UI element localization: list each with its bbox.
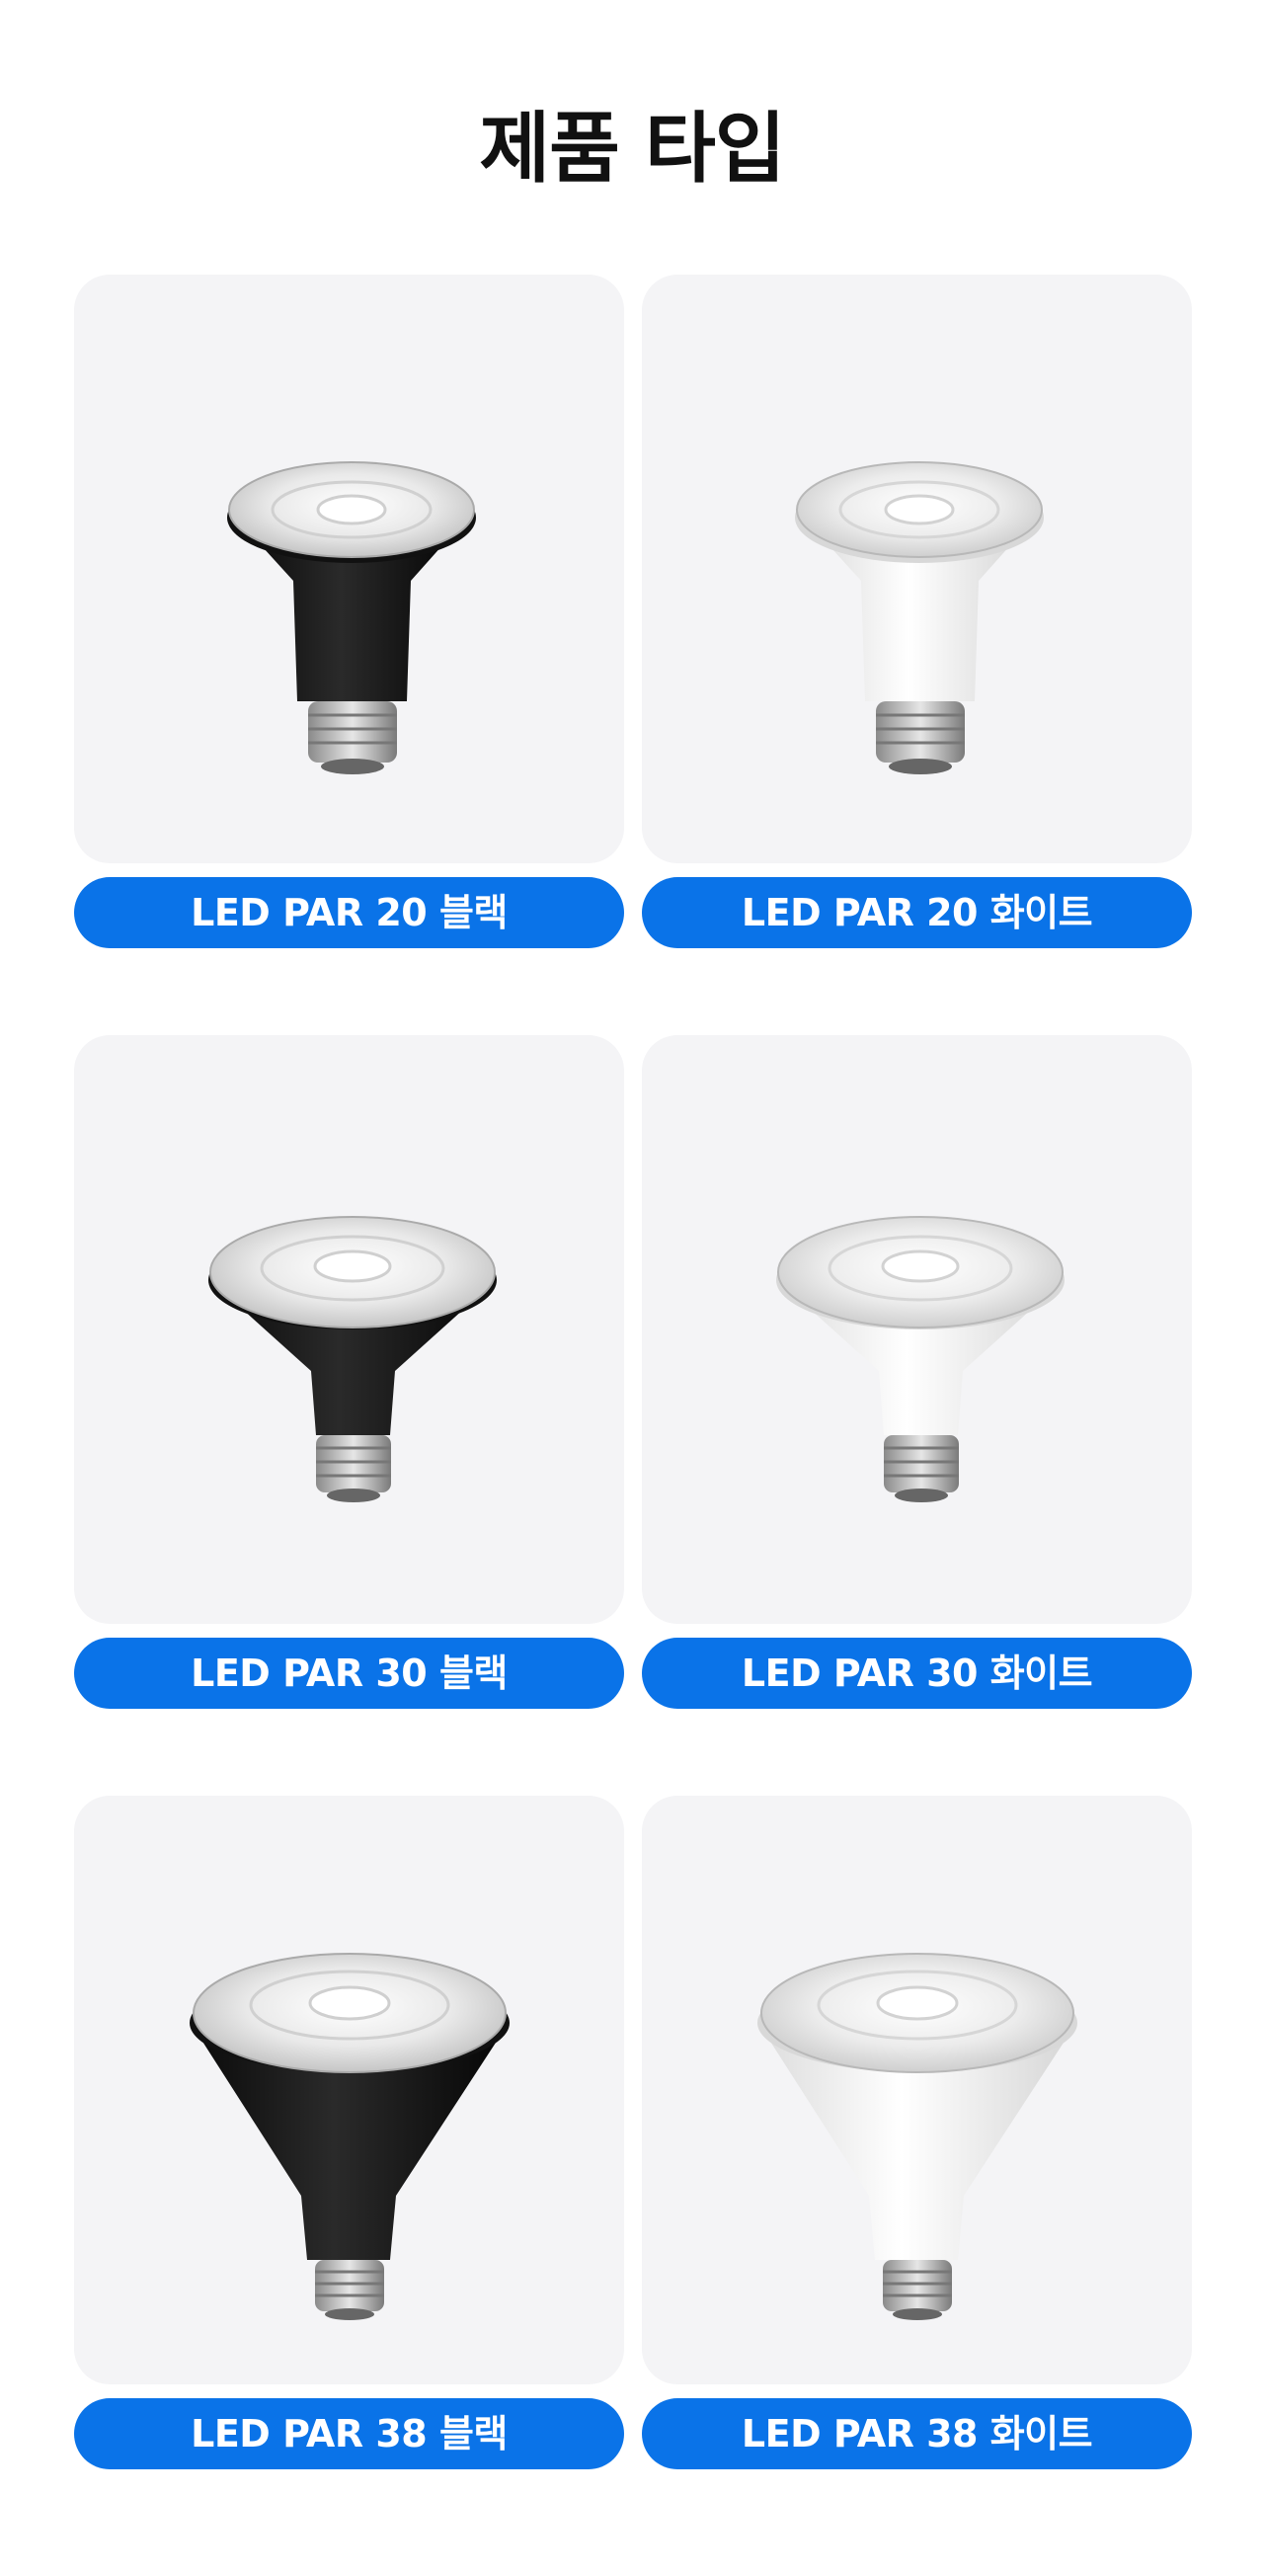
product-label-par20-white[interactable]: LED PAR 20 화이트	[642, 877, 1192, 948]
product-image-box	[74, 1035, 624, 1624]
product-image-box	[642, 1035, 1192, 1624]
product-label-par30-white[interactable]: LED PAR 30 화이트	[642, 1638, 1192, 1709]
product-image-box	[642, 1796, 1192, 2384]
led-par38-black-bulb-icon	[190, 1953, 510, 2320]
led-par20-white-bulb-icon	[795, 461, 1044, 774]
product-label-par20-black[interactable]: LED PAR 20 블랙	[74, 877, 624, 948]
led-par20-black-bulb-icon	[227, 461, 476, 774]
product-image-box	[74, 1796, 624, 2384]
product-image-box	[642, 275, 1192, 863]
product-image-box	[74, 275, 624, 863]
product-label-par38-white[interactable]: LED PAR 38 화이트	[642, 2398, 1192, 2469]
product-label-par30-black[interactable]: LED PAR 30 블랙	[74, 1638, 624, 1709]
page-title: 제품 타입	[479, 105, 785, 194]
product-label-par38-black[interactable]: LED PAR 38 블랙	[74, 2398, 624, 2469]
led-par30-white-bulb-icon	[776, 1216, 1065, 1502]
led-par30-black-bulb-icon	[208, 1216, 497, 1502]
led-par38-white-bulb-icon	[757, 1953, 1077, 2320]
